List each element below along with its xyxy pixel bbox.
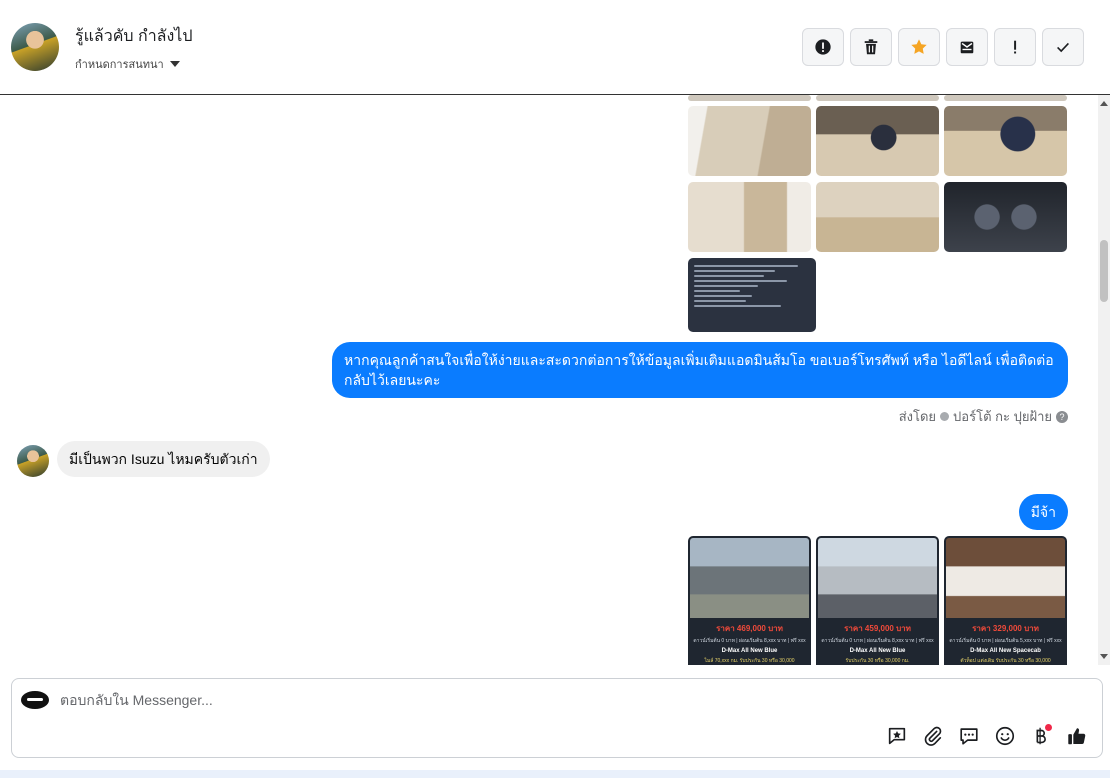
sent-by-info: ส่งโดย ปอร์โต้ กะ ปุยฝ้าย ? [899,406,1068,427]
car-photo[interactable] [816,106,939,176]
car-model: D-Max All New Blue [721,648,778,654]
car-price: ราคา 329,000 บาท [972,624,1039,633]
scroll-thumb[interactable] [1100,240,1108,302]
car-photo [818,538,937,618]
trash-icon [864,39,878,55]
car-note: ไมล์ 70,xxx กม. รับประกัน 30 หรือ 30,000 [704,658,795,664]
move-to-done-button[interactable] [946,28,988,66]
notification-dot [1045,724,1052,731]
header-actions [802,28,1084,66]
car-note: ตัวท็อป แต่งเดิม รับประกัน 30 หรือ 30,00… [960,658,1051,664]
alert-circle-icon [815,39,831,55]
message-thread[interactable]: หากคุณลูกค้าสนใจเพื่อให้ง่ายและสะดวกต่อก… [0,95,1098,665]
archive-mail-icon [960,41,974,54]
car-photo[interactable] [816,182,939,252]
like-icon [1068,728,1086,745]
payment-button[interactable] [1028,723,1054,749]
scroll-down-arrow-icon[interactable] [1100,654,1108,659]
car-photo[interactable] [688,106,811,176]
chat-icon [960,728,978,745]
outgoing-message[interactable]: หากคุณลูกค้าสนใจเพื่อให้ง่ายและสะดวกต่อก… [332,342,1068,398]
saved-reply-icon [888,727,906,745]
car-listing-card[interactable]: ราคา 459,000 บาท ดาวน์เริ่มต้น 0 บาท | ผ… [816,536,939,665]
exclamation-icon [1014,40,1017,54]
emoji-icon [995,726,1015,746]
thread-scrollbar[interactable] [1098,95,1110,665]
mark-done-button[interactable] [1042,28,1084,66]
contact-mini-avatar [17,445,49,477]
car-desc: ดาวน์เริ่มต้น 0 บาท | ผ่อนเริ่มต้น 8,xxx… [821,638,934,644]
follow-up-button[interactable] [994,28,1036,66]
mark-spam-button[interactable] [802,28,844,66]
attach-file-button[interactable] [920,723,946,749]
car-photo [690,538,809,618]
check-circle-icon [940,412,950,421]
quick-replies-button[interactable] [956,723,982,749]
sent-by-label: ส่งโดย [898,409,937,424]
attachment-icon [924,726,942,746]
conversation-setting-label: กำหนดการสนทนา [75,59,164,71]
car-price: ราคา 459,000 บาท [844,624,911,633]
conversation-setting-dropdown[interactable]: กำหนดการสนทนา [75,55,180,73]
composer-tools [884,723,1090,749]
car-photo[interactable] [944,106,1067,176]
contact-avatar[interactable] [11,23,59,71]
delete-button[interactable] [850,28,892,66]
car-price: ราคา 469,000 บาท [716,624,783,633]
saved-replies-button[interactable] [884,723,910,749]
conversation-header: รู้แล้วคับ กำลังไป กำหนดการสนทนา [0,0,1110,95]
incoming-message[interactable]: มีเป็นพวก Isuzu ไหมครับตัวเก่า [57,441,270,477]
reply-composer [11,678,1103,758]
reply-input[interactable] [60,689,960,711]
car-listing-card[interactable]: ราคา 329,000 บาท ดาวน์เริ่มต้น 0 บาท | ผ… [944,536,1067,665]
like-button[interactable] [1064,723,1090,749]
check-icon [1057,42,1069,53]
car-note: รับประกัน 30 หรือ 30,000 กม. [845,658,910,664]
car-photo[interactable] [944,95,1067,101]
star-icon [911,39,927,54]
star-button[interactable] [898,28,940,66]
contact-name[interactable]: รู้แล้วคับ กำลังไป [75,24,193,49]
car-model: D-Max All New Blue [849,648,906,654]
caret-down-icon [169,61,180,67]
outgoing-message[interactable]: มีจ้า [1018,494,1068,530]
emoji-button[interactable] [992,723,1018,749]
scroll-up-arrow-icon[interactable] [1100,101,1108,106]
help-icon[interactable]: ? [1056,410,1068,423]
car-photo[interactable] [688,182,811,252]
car-model: D-Max All New Spacecab [970,648,1041,654]
page-logo-icon [21,691,49,709]
car-desc: ดาวน์เริ่มต้น 0 บาท | ผ่อนเริ่มต้น 5,xxx… [949,638,1062,644]
bottom-strip [0,770,1110,778]
car-desc: ดาวน์เริ่มต้น 0 บาท | ผ่อนเริ่มต้น 8,xxx… [693,638,806,644]
car-listing-card[interactable]: ราคา 469,000 บาท ดาวน์เริ่มต้น 0 บาท | ผ… [688,536,811,665]
car-photo[interactable] [944,182,1067,252]
car-photo [946,538,1065,618]
car-spec-image[interactable] [688,258,816,332]
car-photo[interactable] [816,95,939,101]
car-photo[interactable] [688,95,811,101]
sender-name: ปอร์โต้ กะ ปุยฝ้าย [953,409,1052,424]
